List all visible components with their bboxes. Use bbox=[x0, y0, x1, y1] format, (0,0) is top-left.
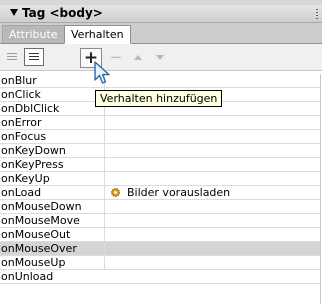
event-name: onUnload bbox=[1, 270, 54, 283]
event-row[interactable]: onKeyUp bbox=[0, 172, 320, 186]
arrow-up-icon bbox=[134, 54, 142, 60]
panel-titlebar[interactable]: Tag <body> bbox=[0, 5, 322, 23]
event-name: onError bbox=[1, 116, 42, 129]
tab-bar: Attribute Verhalten bbox=[0, 23, 322, 44]
event-row[interactable]: onFocus bbox=[0, 130, 320, 144]
action-label: Bilder vorausladen bbox=[127, 186, 231, 199]
event-row[interactable]: onKeyPress bbox=[0, 158, 320, 172]
event-name: onClick bbox=[1, 88, 41, 101]
event-name: onKeyDown bbox=[1, 144, 66, 157]
event-name: onMouseOver bbox=[1, 242, 77, 255]
event-name: onMouseOut bbox=[1, 228, 71, 241]
panel-grip-icon[interactable] bbox=[316, 9, 318, 19]
event-name: onKeyUp bbox=[1, 172, 50, 185]
event-row[interactable]: onError bbox=[0, 116, 320, 130]
show-set-events-button[interactable] bbox=[2, 48, 22, 66]
event-row[interactable]: onBlur bbox=[0, 74, 320, 88]
event-name: onFocus bbox=[1, 130, 47, 143]
event-row[interactable]: onMouseOut bbox=[0, 228, 320, 242]
event-name: onBlur bbox=[1, 74, 37, 87]
behaviors-toolbar: + − bbox=[0, 44, 322, 71]
event-row[interactable]: onMouseOver bbox=[0, 242, 320, 256]
event-name: onMouseMove bbox=[1, 214, 80, 227]
event-name: onDblClick bbox=[1, 102, 60, 115]
mouse-cursor-icon bbox=[94, 61, 110, 84]
list-all-icon bbox=[29, 53, 39, 61]
panel-right-edge bbox=[320, 74, 321, 304]
event-name: onLoad bbox=[1, 186, 42, 199]
gear-icon bbox=[111, 188, 120, 197]
tab-verhalten[interactable]: Verhalten bbox=[64, 25, 131, 44]
list-set-icon bbox=[7, 53, 17, 61]
tooltip: Verhalten hinzufügen bbox=[95, 90, 223, 107]
event-row[interactable]: onMouseDown bbox=[0, 200, 320, 214]
event-row[interactable]: onLoad Bilder vorausladen bbox=[0, 186, 320, 200]
event-name: onMouseUp bbox=[1, 256, 66, 269]
move-down-button[interactable] bbox=[150, 48, 170, 66]
collapse-arrow-icon[interactable] bbox=[10, 9, 18, 16]
event-row[interactable]: onKeyDown bbox=[0, 144, 320, 158]
event-row[interactable]: onUnload bbox=[0, 270, 320, 284]
tag-inspector-panel: Tag <body> Attribute Verhalten + − onBlu… bbox=[0, 0, 322, 304]
show-all-events-button[interactable] bbox=[24, 48, 44, 66]
tab-attribute[interactable]: Attribute bbox=[2, 25, 65, 43]
event-action[interactable]: Bilder vorausladen bbox=[110, 186, 230, 199]
move-up-button[interactable] bbox=[128, 48, 148, 66]
arrow-down-icon bbox=[156, 54, 164, 60]
event-name: onMouseDown bbox=[1, 200, 82, 213]
event-name: onKeyPress bbox=[1, 158, 64, 171]
panel-title: Tag <body> bbox=[22, 6, 103, 20]
event-row[interactable]: onMouseUp bbox=[0, 256, 320, 270]
event-row[interactable]: onMouseMove bbox=[0, 214, 320, 228]
